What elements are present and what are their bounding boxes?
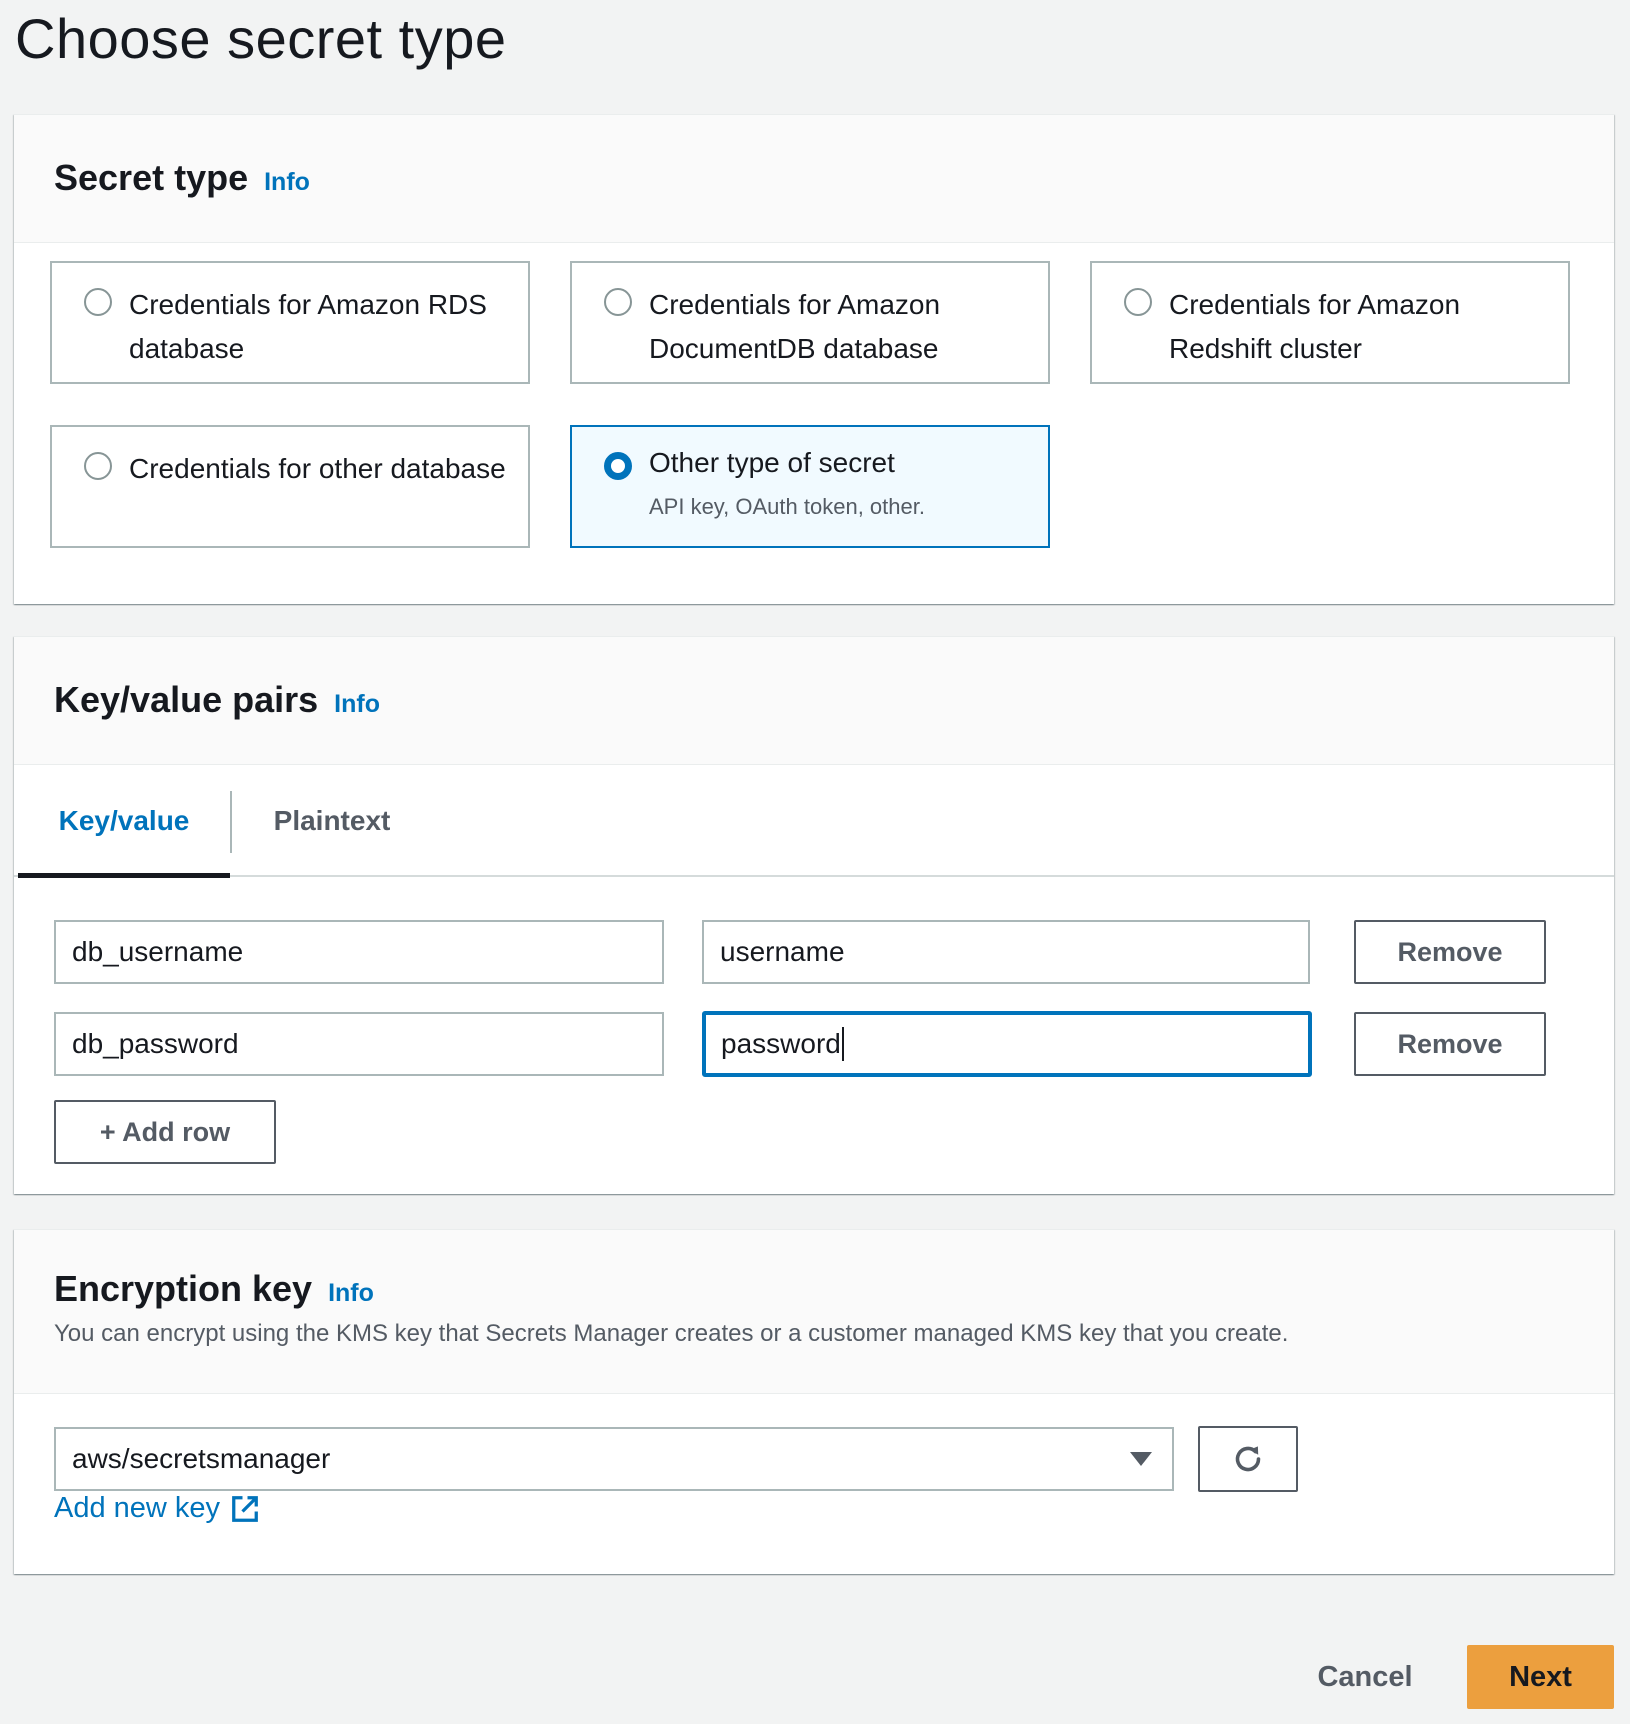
- radio-redshift[interactable]: [1124, 288, 1152, 316]
- radio-rds[interactable]: [84, 288, 112, 316]
- add-row-button[interactable]: + Add row: [54, 1100, 276, 1164]
- tab-plaintext[interactable]: Plaintext: [232, 765, 432, 877]
- cancel-button[interactable]: Cancel: [1300, 1645, 1430, 1709]
- secret-type-info-link[interactable]: Info: [264, 168, 310, 197]
- option-other-database[interactable]: Credentials for other database: [50, 425, 530, 548]
- encryption-key-description: You can encrypt using the KMS key that S…: [54, 1320, 1289, 1347]
- remove-button-2[interactable]: Remove: [1354, 1012, 1546, 1076]
- key-input-1[interactable]: db_username: [54, 920, 664, 984]
- add-new-key-label: Add new key: [54, 1492, 221, 1524]
- refresh-icon: [1235, 1446, 1261, 1472]
- key-value-panel: Key/value pairs Info Key/value Plaintext…: [14, 636, 1614, 1194]
- text-caret: [841, 1027, 844, 1061]
- encryption-key-info-link[interactable]: Info: [328, 1279, 374, 1308]
- option-other-secret[interactable]: Other type of secret API key, OAuth toke…: [570, 425, 1050, 548]
- key-value-heading: Key/value pairs: [54, 679, 319, 720]
- encryption-key-panel: Encryption key Info You can encrypt usin…: [14, 1229, 1614, 1574]
- active-tab-indicator: [18, 873, 230, 878]
- radio-other-secret[interactable]: [604, 452, 632, 480]
- radio-documentdb[interactable]: [604, 288, 632, 316]
- value-input-2[interactable]: password: [702, 1011, 1312, 1077]
- key-input-2[interactable]: db_password: [54, 1012, 664, 1076]
- secret-type-header: Secret type Info: [14, 115, 1614, 243]
- option-rds-label: Credentials for Amazon RDS database: [129, 289, 487, 364]
- kms-key-select[interactable]: aws/secretsmanager: [54, 1427, 1174, 1491]
- kms-key-selected-value: aws/secretsmanager: [72, 1443, 331, 1474]
- value-input-2-text: password: [721, 1028, 841, 1059]
- option-redshift[interactable]: Credentials for Amazon Redshift cluster: [1090, 261, 1570, 384]
- secret-type-heading: Secret type: [54, 157, 249, 198]
- refresh-button[interactable]: [1198, 1426, 1298, 1492]
- tab-key-value[interactable]: Key/value: [18, 765, 230, 877]
- option-rds[interactable]: Credentials for Amazon RDS database: [50, 261, 530, 384]
- next-button[interactable]: Next: [1467, 1645, 1614, 1709]
- option-documentdb-label: Credentials for Amazon DocumentDB databa…: [649, 289, 941, 364]
- key-value-tabs: Key/value Plaintext: [14, 765, 1614, 878]
- option-other-secret-label: Other type of secret: [649, 447, 895, 478]
- external-link-icon: [232, 1495, 258, 1522]
- encryption-key-heading: Encryption key: [54, 1268, 313, 1309]
- radio-other-database[interactable]: [84, 452, 112, 480]
- key-value-header: Key/value pairs Info: [14, 637, 1614, 765]
- secret-type-panel: Secret type Info Credentials for Amazon …: [14, 114, 1614, 604]
- page-title: Choose secret type: [15, 7, 507, 70]
- option-documentdb[interactable]: Credentials for Amazon DocumentDB databa…: [570, 261, 1050, 384]
- remove-button-1[interactable]: Remove: [1354, 920, 1546, 984]
- option-other-database-label: Credentials for other database: [129, 453, 506, 484]
- add-new-key-link[interactable]: Add new key: [54, 1492, 260, 1525]
- value-input-1[interactable]: username: [702, 920, 1310, 984]
- caret-down-icon: [1130, 1452, 1152, 1466]
- page: Choose secret type Secret type Info Cred…: [0, 0, 1630, 1724]
- key-value-info-link[interactable]: Info: [334, 690, 380, 719]
- option-redshift-label: Credentials for Amazon Redshift cluster: [1169, 289, 1461, 364]
- encryption-key-header: Encryption key Info You can encrypt usin…: [14, 1230, 1614, 1394]
- option-other-secret-description: API key, OAuth token, other.: [649, 494, 925, 519]
